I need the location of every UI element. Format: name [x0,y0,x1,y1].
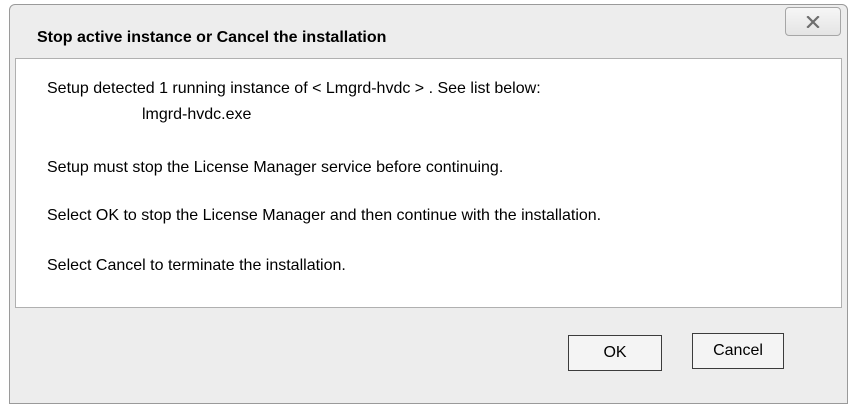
ok-button[interactable]: OK [568,335,662,371]
message-line-select-cancel: Select Cancel to terminate the installat… [47,257,346,274]
message-line-select-ok: Select OK to stop the License Manager an… [47,207,602,224]
close-button[interactable] [785,7,841,36]
dialog-window: Stop active instance or Cancel the insta… [9,4,848,404]
message-process-name: lmgrd-hvdc.exe [142,106,252,123]
dialog-title: Stop active instance or Cancel the insta… [37,29,387,46]
dialog-titlebar: Stop active instance or Cancel the insta… [10,5,847,55]
cancel-button[interactable]: Cancel [692,333,784,369]
message-line-must-stop: Setup must stop the License Manager serv… [47,159,504,176]
close-icon [806,15,820,28]
message-panel: Setup detected 1 running instance of < L… [15,58,842,308]
message-line-detected: Setup detected 1 running instance of < L… [47,80,541,97]
